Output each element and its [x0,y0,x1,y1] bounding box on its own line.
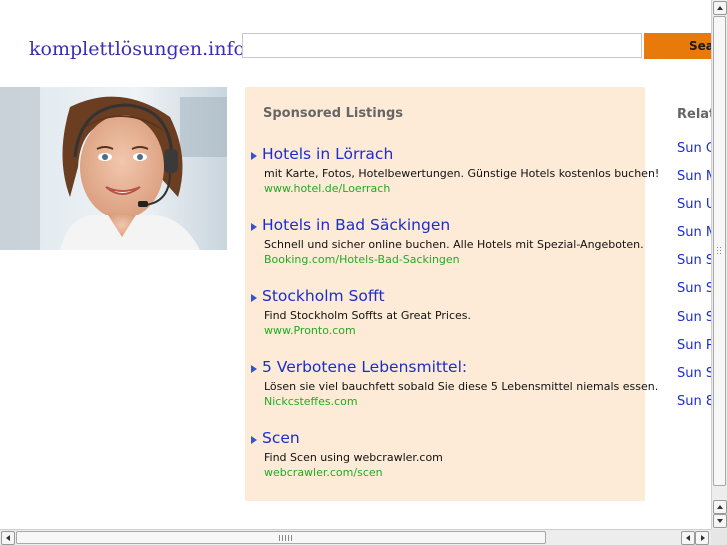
site-logo[interactable]: komplettlösungen.info [29,38,245,60]
scroll-right-button[interactable] [695,531,709,545]
listing-url-link[interactable]: www.Pronto.com [264,324,356,337]
listing-title-link[interactable]: Hotels in Bad Säckingen [262,216,450,234]
listing-description: Schnell und sicher online buchen. Alle H… [264,238,644,251]
bullet-arrow-icon [251,223,257,231]
bullet-arrow-icon [251,294,257,302]
listing-title-link[interactable]: Scen [262,429,300,447]
scroll-left-button[interactable] [681,531,695,545]
grip-icon [717,250,723,251]
related-link[interactable]: Sun S [677,310,711,325]
headset-operator-photo [0,87,227,250]
scroll-up-button[interactable] [713,500,727,514]
listing-description: Find Stockholm Soffts at Great Prices. [264,309,472,322]
scroll-up-button[interactable] [713,1,727,15]
related-link[interactable]: Sun 8 [677,394,711,409]
horizontal-scroll-thumb[interactable] [16,531,546,544]
bullet-arrow-icon [251,436,257,444]
listing-title-link[interactable]: Stockholm Sofft [262,287,385,305]
bullet-arrow-icon [251,365,257,373]
page-viewport: komplettlösungen.info Sea Sponsored List… [0,0,711,529]
arrow-down-icon [717,519,723,523]
related-link[interactable]: Sun M [677,169,711,184]
search-input[interactable] [242,33,642,58]
scroll-down-button[interactable] [713,514,727,528]
related-link[interactable]: Sun S [677,281,711,296]
related-title: Relate [677,107,711,122]
listing-description: Lösen sie viel bauchfett sobald Sie dies… [264,380,659,393]
related-link[interactable]: Sun S [677,253,711,268]
listing-url-link[interactable]: Nickcsteffes.com [264,395,358,408]
vertical-scrollbar[interactable] [711,0,727,529]
operator-image [0,87,227,250]
scroll-left-button[interactable] [1,531,15,545]
sponsored-title: Sponsored Listings [263,106,404,121]
bullet-arrow-icon [251,152,257,160]
search-button[interactable]: Sea [644,33,711,59]
related-link[interactable]: Sun C [677,141,711,156]
listing-title-link[interactable]: Hotels in Lörrach [262,145,393,163]
arrow-left-icon [6,535,10,541]
vertical-scroll-thumb[interactable] [713,16,726,486]
arrow-left-icon [686,535,690,541]
horizontal-scrollbar[interactable] [0,529,711,545]
arrow-right-icon [701,535,705,541]
listing-url-link[interactable]: webcrawler.com/scen [264,466,383,479]
arrow-up-icon [717,505,723,509]
listing-description: mit Karte, Fotos, Hotelbewertungen. Güns… [264,167,660,180]
listing-url-link[interactable]: Booking.com/Hotels-Bad-Sackingen [264,253,460,266]
related-link[interactable]: Sun P [677,338,711,353]
grip-icon [279,535,294,541]
related-link[interactable]: Sun S [677,366,711,381]
listing-description: Find Scen using webcrawler.com [264,451,443,464]
listing-url-link[interactable]: www.hotel.de/Loerrach [264,182,390,195]
grip-icon [717,253,723,254]
sponsored-listings: Sponsored Listings Hotels in Lörrach mit… [245,87,659,501]
listing-title-link[interactable]: 5 Verbotene Lebensmittel: [262,358,467,376]
arrow-up-icon [717,6,723,10]
scrollbar-corner [711,529,727,545]
related-link[interactable]: Sun M [677,225,711,240]
grip-icon [717,247,723,248]
related-link[interactable]: Sun U [677,197,711,212]
